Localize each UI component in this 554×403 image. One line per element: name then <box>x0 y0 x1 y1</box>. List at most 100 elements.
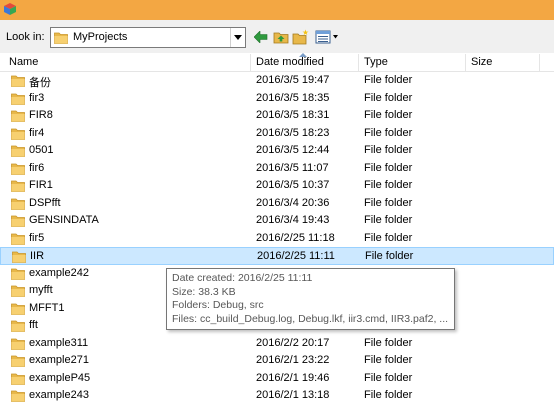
file-name: example243 <box>29 389 89 401</box>
file-row[interactable]: example311 2016/2/2 20:17 File folder <box>0 335 554 353</box>
folder-icon <box>11 338 25 350</box>
file-name: exampleP45 <box>29 371 91 384</box>
file-type: File folder <box>364 109 413 121</box>
folder-icon <box>54 32 68 44</box>
file-name: fir3 <box>29 91 45 104</box>
file-type: File folder <box>364 144 413 156</box>
folder-icon <box>11 390 25 402</box>
file-date-modified: 2016/3/5 18:23 <box>256 126 330 139</box>
file-row[interactable]: DSPfft 2016/3/4 20:36 File folder <box>0 195 554 213</box>
file-type: File folder <box>364 354 413 366</box>
toolbar: Look in: MyProjects <box>0 20 554 53</box>
view-menu-icon[interactable] <box>314 28 340 46</box>
folder-icon <box>11 303 25 315</box>
folder-icon <box>11 233 25 245</box>
folder-icon <box>11 145 25 157</box>
folder-info-tooltip: Date created: 2016/2/25 11:11 Size: 38.3… <box>166 268 455 330</box>
file-date-modified: 2016/3/4 19:43 <box>256 214 330 226</box>
file-date-modified: 2016/3/5 19:47 <box>256 74 330 86</box>
folder-icon <box>11 320 25 332</box>
file-name: fir5 <box>29 231 45 244</box>
folder-icon <box>11 215 25 227</box>
column-header: Name Date modified Type Size <box>0 53 554 72</box>
file-type: File folder <box>364 91 413 104</box>
tooltip-folders: Folders: Debug, src <box>172 299 264 311</box>
file-name: fir4 <box>29 126 45 139</box>
folder-icon <box>12 251 26 263</box>
folder-icon <box>11 268 25 280</box>
file-date-modified: 2016/2/1 23:22 <box>256 354 330 366</box>
file-date-modified: 2016/2/1 19:46 <box>256 371 330 384</box>
file-date-modified: 2016/3/5 18:31 <box>256 109 330 121</box>
file-type: File folder <box>364 196 413 209</box>
file-row[interactable]: exampleP45 2016/2/1 19:46 File folder <box>0 370 554 388</box>
column-separator[interactable] <box>539 54 540 71</box>
file-name: example271 <box>29 354 89 366</box>
file-list: 备份 2016/3/5 19:47 File folder fir3 2016/3/5 … <box>0 72 554 403</box>
folder-icon <box>11 285 25 297</box>
file-name: fft <box>29 319 38 331</box>
new-folder-icon[interactable] <box>292 28 310 46</box>
column-date-modified[interactable]: Date modified <box>256 56 324 68</box>
file-date-modified: 2016/2/1 13:18 <box>256 389 330 401</box>
file-row[interactable]: example243 2016/2/1 13:18 File folder <box>0 387 554 403</box>
file-name: 0501 <box>29 144 54 156</box>
folder-icon <box>11 163 25 175</box>
tooltip-files: Files: cc_build_Debug.log, Debug.lkf, ii… <box>172 312 449 325</box>
file-type: File folder <box>364 371 413 384</box>
file-date-modified: 2016/3/5 12:44 <box>256 144 330 156</box>
title-bar <box>0 0 554 20</box>
look-in-dropdown[interactable]: MyProjects <box>50 27 246 48</box>
file-name: FIR8 <box>29 109 53 121</box>
file-date-modified: 2016/2/25 11:11 <box>257 250 335 262</box>
file-row[interactable]: fir4 2016/3/5 18:23 File folder <box>0 125 554 143</box>
file-row[interactable]: example271 2016/2/1 23:22 File folder <box>0 352 554 370</box>
file-row[interactable]: fir3 2016/3/5 18:35 File folder <box>0 90 554 108</box>
column-name[interactable]: Name <box>9 56 38 68</box>
file-row[interactable]: FIR1 2016/3/5 10:37 File folder <box>0 177 554 195</box>
file-name: myfft <box>29 284 53 296</box>
tooltip-date-created: Date created: 2016/2/25 11:11 <box>172 272 313 284</box>
folder-icon <box>11 128 25 140</box>
column-size[interactable]: Size <box>471 56 492 68</box>
file-row[interactable]: fir5 2016/2/25 11:18 File folder <box>0 230 554 248</box>
up-folder-icon[interactable] <box>272 28 290 46</box>
file-type: File folder <box>364 161 413 174</box>
file-row[interactable]: 0501 2016/3/5 12:44 File folder <box>0 142 554 160</box>
file-name: fir6 <box>29 161 45 174</box>
file-name: 备份 <box>29 77 51 89</box>
column-separator[interactable] <box>465 54 466 71</box>
file-date-modified: 2016/3/5 10:37 <box>256 179 330 191</box>
back-arrow-icon[interactable] <box>252 28 270 46</box>
file-row[interactable]: 备份 2016/3/5 19:47 File folder <box>0 72 554 90</box>
file-name: FIR1 <box>29 179 53 191</box>
tooltip-size: Size: 38.3 KB <box>172 285 236 298</box>
file-date-modified: 2016/2/2 20:17 <box>256 336 330 349</box>
file-type: File folder <box>364 126 413 139</box>
chevron-down-icon[interactable] <box>230 28 245 47</box>
folder-icon <box>11 355 25 367</box>
app-icon <box>4 3 16 15</box>
file-date-modified: 2016/3/5 18:35 <box>256 91 330 104</box>
file-type: File folder <box>364 336 413 349</box>
file-row[interactable]: IIR 2016/2/25 11:11 File folder <box>0 247 554 265</box>
file-row[interactable]: GENSINDATA 2016/3/4 19:43 File folder <box>0 212 554 230</box>
folder-icon <box>11 373 25 385</box>
column-separator[interactable] <box>250 54 251 71</box>
file-name: MFFT1 <box>29 301 65 314</box>
file-type: File folder <box>365 250 414 262</box>
column-type[interactable]: Type <box>364 56 388 68</box>
file-date-modified: 2016/2/25 11:18 <box>256 231 335 244</box>
file-row[interactable]: FIR8 2016/3/5 18:31 File folder <box>0 107 554 125</box>
folder-icon <box>11 93 25 105</box>
file-row[interactable]: fir6 2016/3/5 11:07 File folder <box>0 160 554 178</box>
file-name: example311 <box>29 336 89 349</box>
file-date-modified: 2016/3/5 11:07 <box>256 161 329 174</box>
file-name: example242 <box>29 266 89 279</box>
file-name: IIR <box>30 250 45 262</box>
file-type: File folder <box>364 179 413 191</box>
file-type: File folder <box>364 389 413 401</box>
column-separator[interactable] <box>358 54 359 71</box>
file-name: DSPfft <box>29 196 61 209</box>
file-date-modified: 2016/3/4 20:36 <box>256 196 330 209</box>
